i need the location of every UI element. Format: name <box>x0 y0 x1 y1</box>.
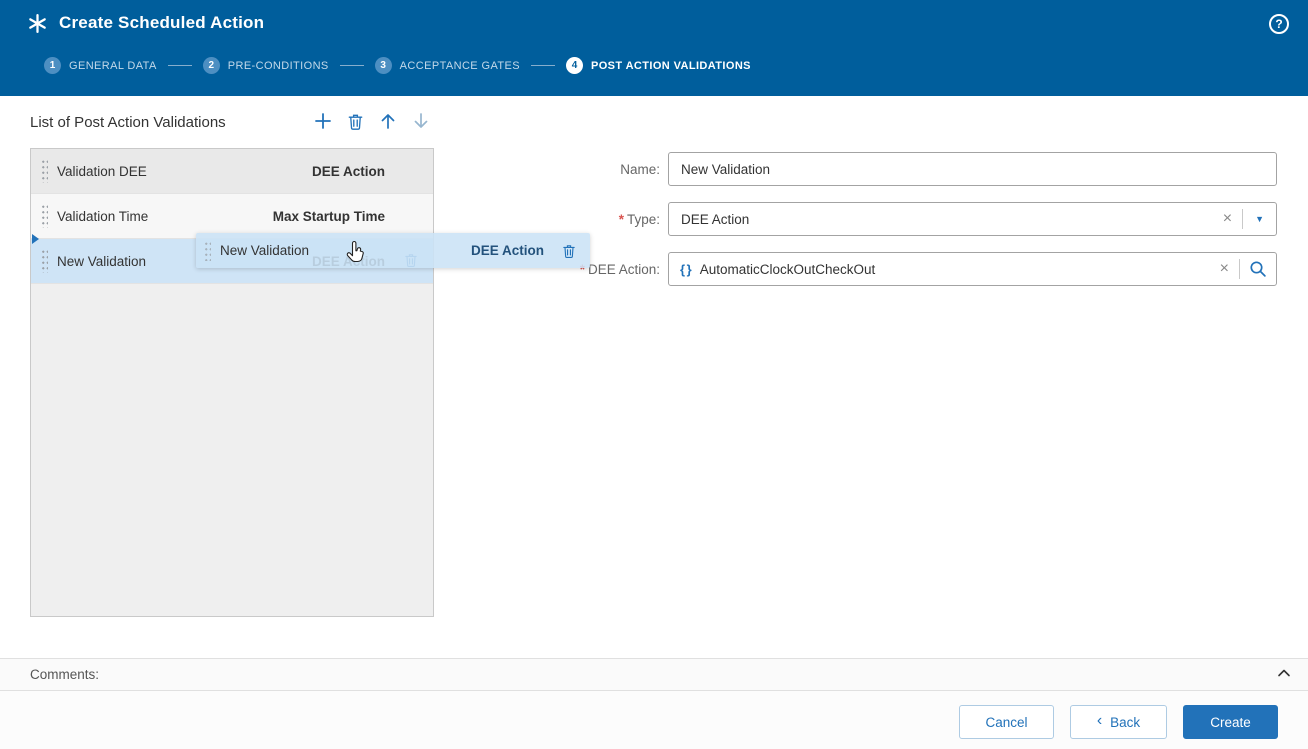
ghost-row-type: DEE Action <box>470 243 544 258</box>
help-icon[interactable]: ? <box>1269 14 1289 34</box>
braces-icon: { } <box>680 261 692 277</box>
search-icon[interactable] <box>1240 260 1276 278</box>
title-bar: Create Scheduled Action <box>0 0 1308 46</box>
type-value: DEE Action <box>681 211 750 227</box>
drag-ghost-row[interactable]: New Validation DEE Action <box>196 233 590 268</box>
back-button-label: Back <box>1110 714 1141 730</box>
step-acceptance-gates[interactable]: 3 ACCEPTANCE GATES <box>374 57 520 74</box>
row-name: Validation Time <box>57 208 149 224</box>
wizard-steps: 1 GENERAL DATA 2 PRE-CONDITIONS 3 ACCEPT… <box>44 57 751 74</box>
step-number: 4 <box>565 57 583 74</box>
type-label-text: Type: <box>626 212 660 227</box>
type-label: * Type: <box>619 212 660 227</box>
mouse-cursor-icon <box>345 240 366 270</box>
name-label-text: Name: <box>620 162 660 177</box>
required-marker: * <box>618 212 624 227</box>
plus-icon <box>313 111 333 134</box>
back-button[interactable]: ‹ Back <box>1070 705 1167 739</box>
chevron-down-icon[interactable]: ▼ <box>1243 214 1276 224</box>
comments-section: Comments: <box>0 658 1308 691</box>
table-row[interactable]: Validation DEE DEE Action <box>31 149 433 194</box>
step-pre-conditions[interactable]: 2 PRE-CONDITIONS <box>202 57 329 74</box>
cancel-button[interactable]: Cancel <box>959 705 1054 739</box>
step-connector <box>339 65 364 66</box>
footer: Cancel ‹ Back Create <box>0 691 1308 749</box>
dee-action-label: * DEE Action: <box>580 262 660 277</box>
delete-button[interactable] <box>346 112 365 134</box>
name-input[interactable] <box>669 153 1276 185</box>
drop-indicator-icon <box>32 234 39 244</box>
arrow-up-icon <box>378 111 398 134</box>
dee-action-value: AutomaticClockOutCheckOut <box>699 261 876 277</box>
name-label: Name: <box>620 162 660 177</box>
drag-handle-icon[interactable] <box>41 204 48 228</box>
list-panel-title: List of Post Action Validations <box>30 114 226 131</box>
move-up-button[interactable] <box>378 111 398 134</box>
clear-icon[interactable]: × <box>1210 261 1239 277</box>
name-field-wrapper <box>668 152 1277 186</box>
row-name: Validation DEE <box>57 163 147 179</box>
step-connector <box>167 65 192 66</box>
create-button[interactable]: Create <box>1183 705 1278 739</box>
trash-icon <box>346 112 365 134</box>
add-button[interactable] <box>313 111 333 134</box>
step-post-action-validations[interactable]: 4 POST ACTION VALIDATIONS <box>565 57 751 74</box>
step-label: GENERAL DATA <box>69 59 157 72</box>
step-label: ACCEPTANCE GATES <box>399 59 520 72</box>
step-label: PRE-CONDITIONS <box>227 59 329 72</box>
step-general-data[interactable]: 1 GENERAL DATA <box>44 57 157 74</box>
chevron-up-icon <box>1276 665 1292 684</box>
drag-handle-icon <box>204 240 211 261</box>
step-connector <box>530 65 555 66</box>
clear-icon[interactable]: × <box>1213 211 1242 227</box>
move-down-button[interactable] <box>411 111 431 134</box>
collapse-button[interactable] <box>1276 665 1292 684</box>
app-logo-icon <box>27 13 48 34</box>
header: Create Scheduled Action ? 1 GENERAL DATA… <box>0 0 1308 96</box>
dee-action-label-text: DEE Action: <box>587 262 660 277</box>
drag-handle-icon[interactable] <box>41 249 48 273</box>
row-name: New Validation <box>57 253 147 269</box>
arrow-down-icon <box>411 111 431 134</box>
trash-icon <box>561 243 577 259</box>
row-type: DEE Action <box>311 163 385 179</box>
step-label: POST ACTION VALIDATIONS <box>590 59 751 72</box>
row-type: Max Startup Time <box>272 208 385 224</box>
list-toolbar <box>313 111 431 134</box>
ghost-row-name: New Validation <box>220 243 310 258</box>
create-scheduled-action-window: Create Scheduled Action ? 1 GENERAL DATA… <box>0 0 1308 749</box>
dee-action-lookup-field[interactable]: { } AutomaticClockOutCheckOut × <box>668 252 1277 286</box>
page-title: Create Scheduled Action <box>59 13 265 32</box>
chevron-left-icon: ‹ <box>1096 712 1103 729</box>
step-number: 2 <box>202 57 220 74</box>
step-number: 3 <box>374 57 392 74</box>
step-number: 1 <box>44 57 61 74</box>
comments-label: Comments: <box>30 667 100 682</box>
type-combobox[interactable]: DEE Action × ▼ <box>668 202 1277 236</box>
drag-handle-icon[interactable] <box>41 159 48 183</box>
validations-list: Validation DEE DEE Action Validation Tim… <box>30 148 434 617</box>
